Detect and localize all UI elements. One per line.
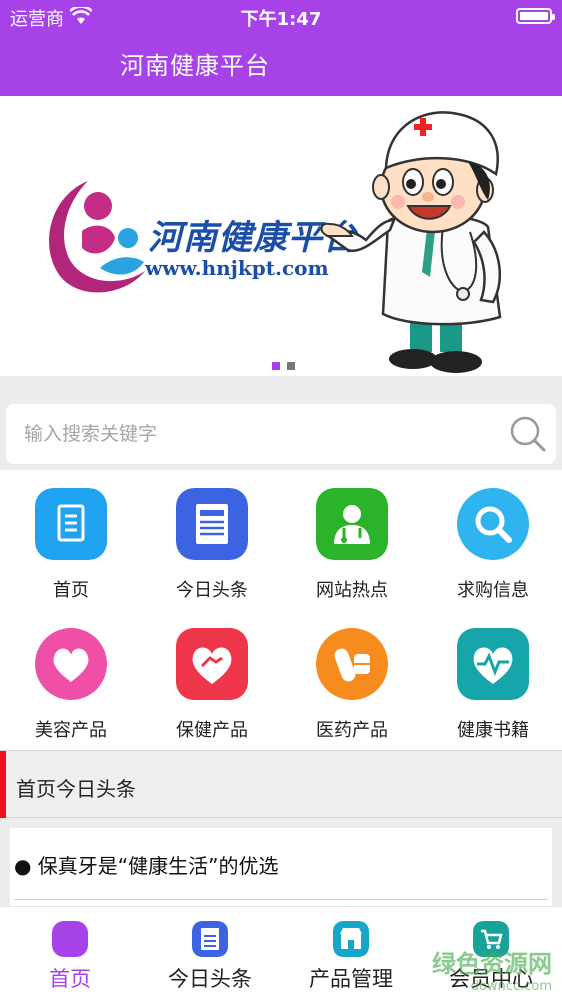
logo-mark-icon — [49, 181, 145, 293]
grid-item-medicine[interactable]: 医药产品 — [281, 610, 421, 750]
grid-item-label: 求购信息 — [457, 580, 529, 601]
grid-item-label: 健康书籍 — [457, 720, 529, 741]
grid-item-purchase[interactable]: 求购信息 — [422, 470, 562, 610]
grid-item-books[interactable]: 健康书籍 — [422, 610, 562, 750]
tab-label: 今日头条 — [168, 967, 252, 991]
heart-icon — [35, 628, 107, 700]
watermark: 绿色资源网 downcc.com — [432, 944, 552, 994]
top-bar: 运营商 下午1:47 河南健康平台 — [0, 0, 562, 96]
search-icon[interactable] — [508, 414, 548, 454]
tab-label: 产品管理 — [309, 967, 393, 991]
carousel-dot-active[interactable] — [272, 362, 280, 370]
section-title: 首页今日头条 — [16, 777, 136, 801]
tab-news[interactable]: 今日头条 — [140, 907, 280, 1000]
status-time: 下午1:47 — [240, 9, 322, 30]
grid-item-label: 网站热点 — [316, 580, 388, 601]
grid-item-label: 医药产品 — [316, 720, 388, 741]
tab-label: 首页 — [49, 967, 91, 991]
grid-item-beauty[interactable]: 美容产品 — [0, 610, 140, 750]
grid-item-label: 保健产品 — [176, 720, 248, 741]
news-icon — [176, 488, 248, 560]
doctor-illustration — [320, 111, 502, 373]
doctor-icon — [316, 488, 388, 560]
pulse-heart-icon — [457, 628, 529, 700]
search-input[interactable] — [24, 418, 494, 450]
divider — [14, 899, 548, 900]
search-box[interactable] — [6, 404, 556, 464]
news-tab-icon — [192, 921, 228, 957]
carousel-dot[interactable] — [287, 362, 295, 370]
page-title: 河南健康平台 — [120, 52, 270, 80]
status-bar: 运营商 下午1:47 — [0, 0, 562, 32]
list-item[interactable]: ● 保真牙是“健康生活”的优选 — [10, 828, 552, 906]
search-area — [0, 376, 562, 470]
grid-item-healthcare[interactable]: 保健产品 — [141, 610, 281, 750]
banner-logo-url: www.hnjkpt.com — [145, 256, 329, 280]
grid-item-label: 首页 — [53, 580, 89, 601]
grid-item-label: 美容产品 — [35, 720, 107, 741]
banner-carousel[interactable]: 河南健康平台 www.hnjkpt.com — [0, 96, 562, 376]
category-grid: 首页 今日头条 网站热点 求购信息 美容产品 保健产品 医药产品 健康书籍 — [0, 470, 562, 750]
pill-icon — [316, 628, 388, 700]
section-accent-bar — [0, 751, 6, 819]
grid-item-news[interactable]: 今日头条 — [141, 470, 281, 610]
battery-icon — [516, 8, 555, 24]
watermark-text: 绿色资源网 — [432, 950, 552, 978]
grid-item-home[interactable]: 首页 — [0, 470, 140, 610]
tab-products[interactable]: 产品管理 — [281, 907, 421, 1000]
tab-home[interactable]: 首页 — [0, 907, 140, 1000]
news-title[interactable]: ● 保真牙是“健康生活”的优选 — [14, 850, 279, 879]
store-tab-icon — [333, 921, 369, 957]
section-header: 首页今日头条 — [0, 750, 562, 819]
heart-hand-icon — [176, 628, 248, 700]
watermark-sub: downcc.com — [470, 979, 552, 994]
grid-item-hot[interactable]: 网站热点 — [281, 470, 421, 610]
grid-item-label: 今日头条 — [176, 580, 248, 601]
magnifier-icon — [457, 488, 529, 560]
home-tab-icon — [52, 921, 88, 957]
home-icon — [35, 488, 107, 560]
carousel-dots[interactable] — [272, 355, 302, 374]
news-list: ● 保真牙是“健康生活”的优选 — [0, 818, 562, 906]
